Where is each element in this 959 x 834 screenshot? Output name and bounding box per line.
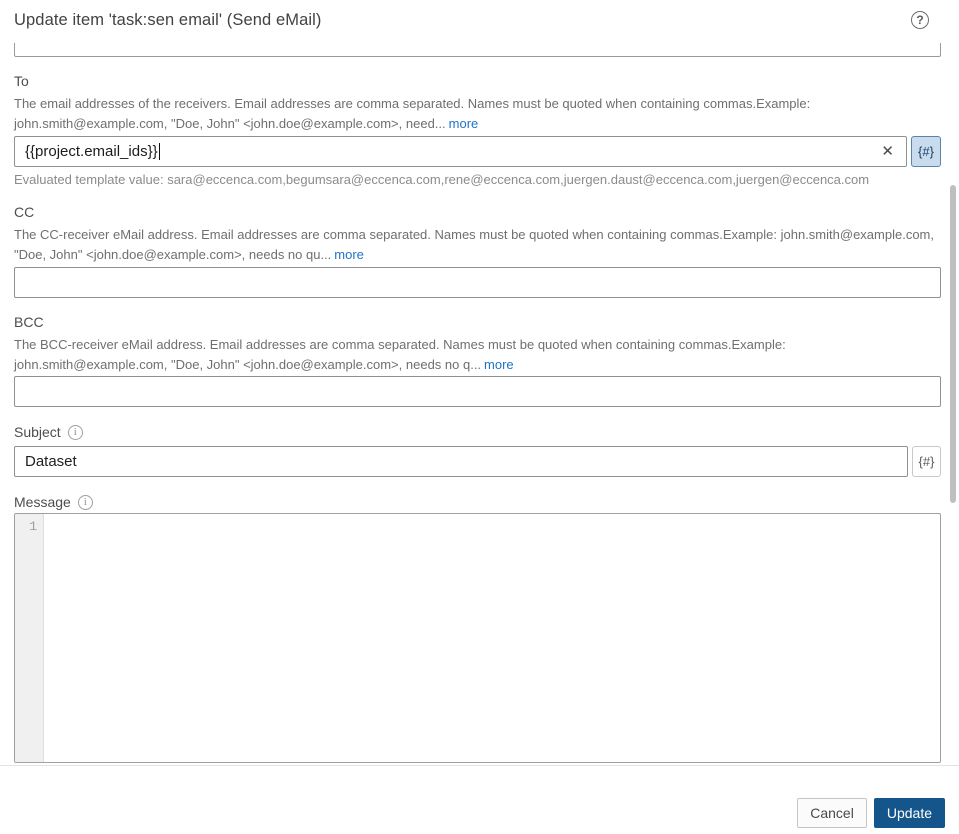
dialog-footer: Cancel Update — [797, 798, 945, 828]
text-cursor — [158, 143, 160, 160]
editor-line-number-gutter: 1 — [15, 514, 44, 762]
to-input-value: {{project.email_ids}} — [25, 143, 158, 160]
dialog-title: Update item 'task:sen email' (Send eMail… — [14, 11, 322, 29]
message-label: Message — [14, 494, 71, 510]
message-code-editor[interactable]: 1 — [14, 513, 941, 763]
cc-more-link[interactable]: more — [334, 247, 364, 262]
to-evaluated-note: Evaluated template value: sara@eccenca.c… — [14, 172, 870, 187]
vertical-scrollbar-thumb[interactable] — [950, 185, 956, 503]
cc-input[interactable] — [14, 267, 941, 298]
bcc-more-link[interactable]: more — [484, 357, 514, 372]
cc-description: The CC-receiver eMail address. Email add… — [14, 225, 941, 265]
cancel-button[interactable]: Cancel — [797, 798, 867, 828]
cc-description-text: The CC-receiver eMail address. Email add… — [14, 227, 934, 262]
to-description: The email addresses of the receivers. Em… — [14, 94, 941, 134]
clear-icon[interactable]: ✕ — [879, 144, 896, 159]
message-info-icon[interactable]: i — [77, 494, 93, 510]
partially-visible-input[interactable] — [14, 43, 941, 57]
subject-label-row: Subject i — [14, 423, 941, 441]
subject-input[interactable] — [14, 446, 909, 477]
to-input[interactable]: {{project.email_ids}} ✕ — [14, 136, 907, 167]
update-button[interactable]: Update — [873, 798, 945, 828]
help-icon[interactable]: ? — [911, 11, 929, 29]
bcc-description-text: The BCC-receiver eMail address. Email ad… — [14, 337, 786, 372]
form-scroll-area: To The email addresses of the receivers.… — [0, 43, 959, 766]
to-description-text: The email addresses of the receivers. Em… — [14, 96, 811, 131]
cc-label: CC — [14, 204, 35, 220]
message-label-row: Message i — [14, 493, 941, 511]
to-template-toggle-button[interactable]: {#} — [911, 136, 941, 167]
to-more-link[interactable]: more — [449, 116, 479, 131]
to-input-row: {{project.email_ids}} ✕ {#} — [14, 136, 941, 167]
bcc-input[interactable] — [14, 376, 941, 407]
bcc-label: BCC — [14, 314, 44, 330]
subject-template-toggle-button[interactable]: {#} — [912, 446, 941, 477]
to-label: To — [14, 73, 29, 89]
subject-info-icon[interactable]: i — [67, 424, 83, 440]
message-editor-content[interactable] — [44, 514, 940, 762]
bcc-description: The BCC-receiver eMail address. Email ad… — [14, 335, 941, 375]
subject-label: Subject — [14, 424, 61, 440]
subject-input-row: {#} — [14, 446, 941, 477]
